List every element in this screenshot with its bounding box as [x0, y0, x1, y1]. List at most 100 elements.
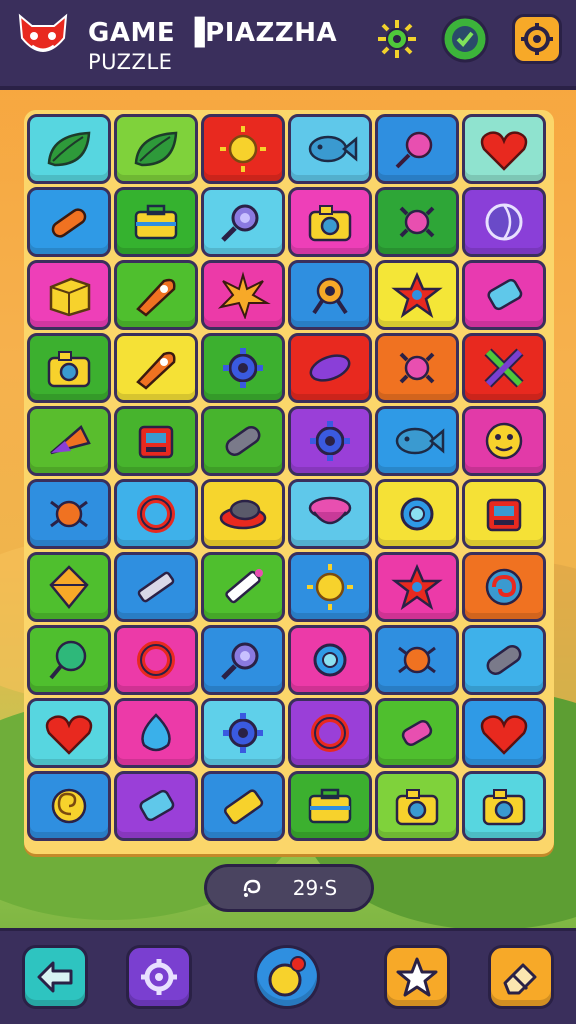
star-button[interactable] [384, 945, 450, 1009]
tile-bug[interactable] [375, 625, 459, 695]
tile-lens[interactable] [375, 479, 459, 549]
tile-cross[interactable] [462, 333, 546, 403]
tile-camera[interactable] [375, 771, 459, 841]
leaf-icon [47, 131, 91, 167]
tile-leaf-drop[interactable] [288, 333, 372, 403]
timer-value: 29·S [292, 876, 338, 900]
planet-icon [395, 131, 433, 169]
tile-lens[interactable] [288, 625, 372, 695]
tile-fish[interactable] [375, 406, 459, 476]
leaf-drop-icon [309, 354, 351, 382]
camera-icon [308, 205, 352, 242]
tile-balloon[interactable] [27, 625, 111, 695]
tile-gear[interactable] [201, 698, 285, 768]
cube-icon [49, 277, 91, 317]
gear-icon [223, 348, 263, 388]
tile-bug[interactable] [27, 479, 111, 549]
tile-gear[interactable] [288, 406, 372, 476]
tile-hat[interactable] [201, 479, 285, 549]
red-cat-mascot-icon [18, 13, 68, 52]
hat-icon [219, 499, 267, 530]
gear-bug-icon [399, 352, 435, 384]
swirl-timer-icon [243, 879, 260, 897]
candy-icon [401, 720, 433, 746]
tile-gear-bug[interactable] [375, 187, 459, 257]
tile-briefcase[interactable] [114, 187, 198, 257]
tile-bottle[interactable] [114, 771, 198, 841]
tile-heart[interactable] [462, 698, 546, 768]
heart-icon [480, 715, 528, 755]
tile-briefcase[interactable] [288, 771, 372, 841]
tile-camera[interactable] [462, 771, 546, 841]
swirl-icon [485, 568, 523, 606]
tile-camera[interactable] [288, 187, 372, 257]
tile-bowl[interactable] [288, 479, 372, 549]
tile-sun[interactable] [288, 552, 372, 622]
gear-icon [310, 421, 350, 461]
settings-gear-icon [521, 23, 553, 55]
tile-capsule[interactable] [462, 625, 546, 695]
tile-robot[interactable] [462, 479, 546, 549]
tile-pen[interactable] [201, 552, 285, 622]
tile-bottle[interactable] [462, 260, 546, 330]
tile-cone[interactable] [27, 406, 111, 476]
tile-kite[interactable] [27, 552, 111, 622]
tile-rolling-pin[interactable] [27, 187, 111, 257]
tile-fish[interactable] [288, 114, 372, 184]
tile-leaf[interactable] [114, 114, 198, 184]
tile-cube[interactable] [27, 260, 111, 330]
tile-ring[interactable] [288, 698, 372, 768]
tile-candy[interactable] [375, 698, 459, 768]
tile-pencil[interactable] [114, 552, 198, 622]
sun-gear-button[interactable] [372, 14, 422, 64]
tile-swirl[interactable] [462, 552, 546, 622]
settings-footer-button[interactable] [126, 945, 192, 1009]
capsule-icon [225, 426, 261, 456]
tile-target[interactable] [288, 260, 372, 330]
tile-star[interactable] [375, 552, 459, 622]
tile-ball[interactable] [462, 187, 546, 257]
star-icon [391, 563, 443, 611]
camera-icon [482, 789, 526, 826]
timer-display: 29·S [204, 864, 374, 912]
tile-capsule[interactable] [201, 406, 285, 476]
tile-ring[interactable] [114, 625, 198, 695]
tile-drop[interactable] [114, 698, 198, 768]
tile-magnifier[interactable] [201, 187, 285, 257]
tile-spark[interactable] [201, 260, 285, 330]
tile-robot[interactable] [114, 406, 198, 476]
tile-magnifier[interactable] [201, 625, 285, 695]
heart-icon [480, 131, 528, 171]
tile-sun[interactable] [201, 114, 285, 184]
bug-icon [398, 646, 436, 674]
eraser-button[interactable] [488, 945, 554, 1009]
tile-gear-bug[interactable] [375, 333, 459, 403]
rolling-pin-icon [51, 208, 87, 238]
settings-button[interactable] [512, 14, 562, 64]
tile-gear[interactable] [201, 333, 285, 403]
tile-leaf[interactable] [27, 114, 111, 184]
tile-ring[interactable] [114, 479, 198, 549]
gear-icon [223, 713, 263, 753]
tile-planet[interactable] [375, 114, 459, 184]
star-icon [391, 271, 443, 319]
gear-bug-icon [399, 206, 435, 238]
ring-icon [311, 714, 349, 752]
back-button[interactable] [22, 945, 88, 1009]
check-badge-icon [441, 15, 489, 63]
tile-heart[interactable] [462, 114, 546, 184]
tile-camera[interactable] [27, 333, 111, 403]
bug-icon [50, 500, 88, 528]
leaf-icon [134, 131, 178, 167]
tile-battery[interactable] [201, 771, 285, 841]
tile-rocket[interactable] [114, 260, 198, 330]
tile-heart[interactable] [27, 698, 111, 768]
bomb-ball-icon [268, 956, 306, 997]
tile-rocket[interactable] [114, 333, 198, 403]
tile-smiley[interactable] [462, 406, 546, 476]
tile-star[interactable] [375, 260, 459, 330]
bottom-toolbar [0, 928, 576, 1024]
tile-snail[interactable] [27, 771, 111, 841]
check-badge-button[interactable] [440, 14, 490, 64]
bomb-ball-button[interactable] [254, 945, 320, 1009]
